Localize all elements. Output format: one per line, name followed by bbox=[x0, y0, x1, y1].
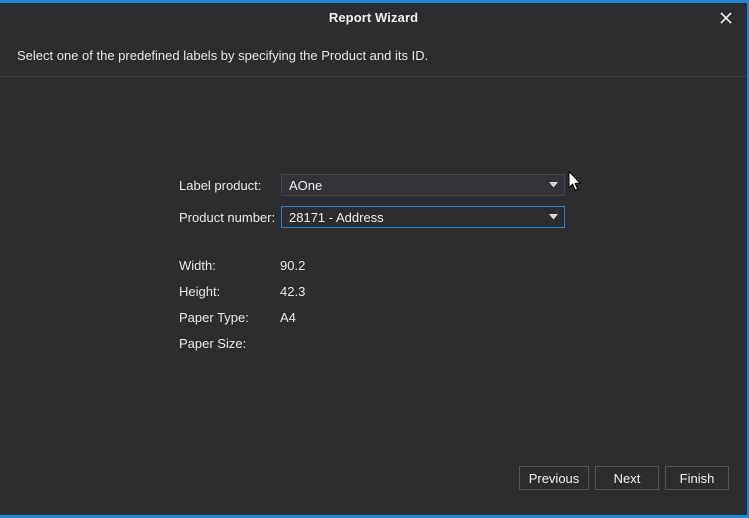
paper-type-label: Paper Type: bbox=[179, 310, 249, 325]
close-button[interactable] bbox=[705, 3, 747, 33]
window-title: Report Wizard bbox=[328, 10, 419, 25]
previous-button[interactable]: Previous bbox=[519, 466, 589, 490]
paper-size-label: Paper Size: bbox=[179, 336, 247, 351]
chevron-down-icon[interactable] bbox=[542, 214, 564, 220]
product-number-combobox[interactable]: 28171 - Address bbox=[281, 206, 565, 228]
close-icon bbox=[720, 12, 732, 24]
product-number-value: 28171 - Address bbox=[289, 209, 384, 225]
wizard-form: Label product: AOne Product number: 2817… bbox=[0, 77, 747, 515]
label-product-combobox[interactable]: AOne bbox=[281, 174, 565, 196]
report-wizard-dialog: Report Wizard Select one of the predefin… bbox=[0, 0, 749, 518]
instruction-text: Select one of the predefined labels by s… bbox=[17, 48, 429, 63]
wizard-footer: Previous Next Finish bbox=[0, 455, 747, 515]
paper-type-value: A4 bbox=[280, 310, 296, 325]
product-number-label: Product number: bbox=[179, 210, 276, 225]
next-button[interactable]: Next bbox=[595, 466, 659, 490]
label-product-label: Label product: bbox=[179, 178, 262, 193]
title-bar: Report Wizard bbox=[0, 3, 747, 33]
height-label: Height: bbox=[179, 284, 221, 299]
width-value: 90.2 bbox=[280, 258, 306, 273]
chevron-down-icon[interactable] bbox=[542, 182, 564, 188]
height-value: 42.3 bbox=[280, 284, 306, 299]
finish-button[interactable]: Finish bbox=[665, 466, 729, 490]
width-label: Width: bbox=[179, 258, 216, 273]
label-product-value: AOne bbox=[289, 177, 323, 193]
